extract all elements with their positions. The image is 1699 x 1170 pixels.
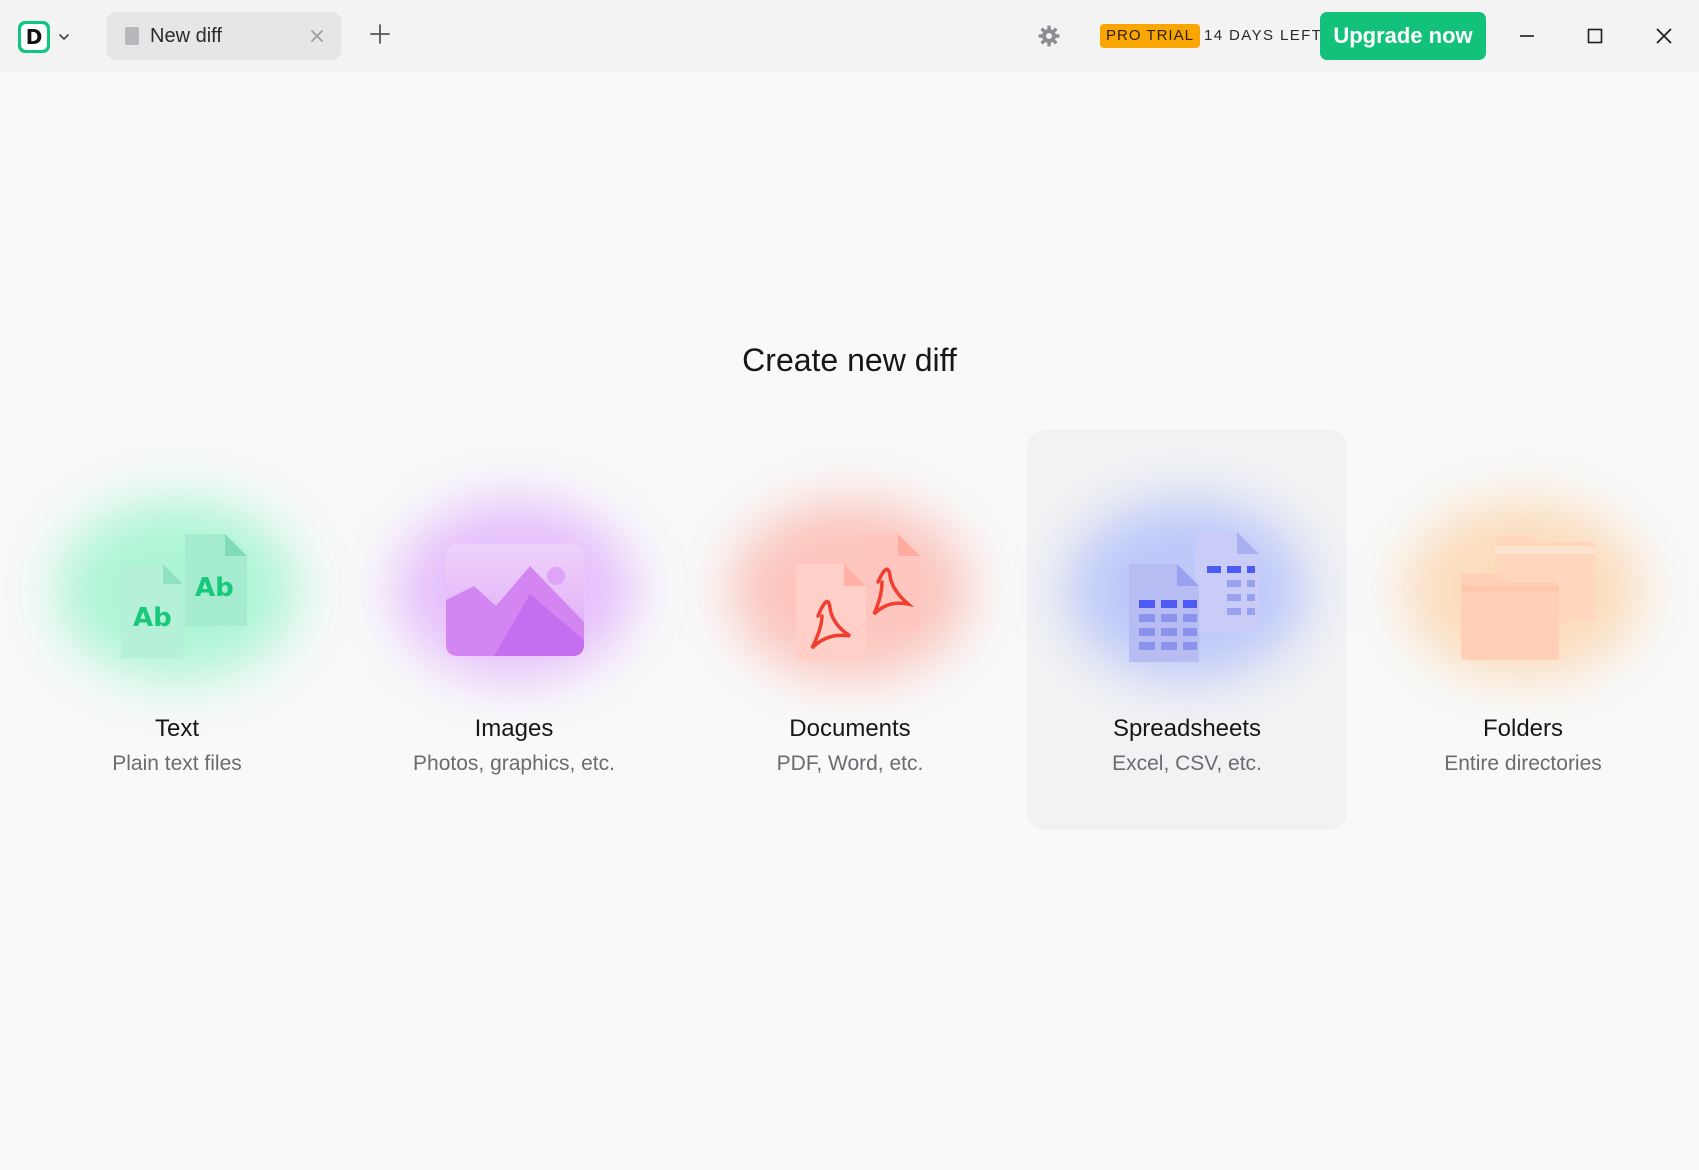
close-tab-icon[interactable] [307,26,327,46]
maximize-button[interactable] [1567,16,1623,56]
tab-new-diff[interactable]: New diff [107,12,341,60]
app-logo-letter: D [21,24,47,50]
card-subtitle: Entire directories [1444,752,1602,775]
svg-text:Ab: Ab [133,603,172,633]
card-title: Text [154,715,199,742]
card-subtitle: Photos, graphics, etc. [413,752,615,775]
minimize-button[interactable] [1499,16,1555,56]
spreadsheet-icon [1129,532,1259,662]
pro-trial-badge: PRO TRIAL [1100,24,1200,48]
minimize-icon [1520,35,1534,37]
card-title: Spreadsheets [1112,715,1262,742]
close-window-button[interactable] [1636,16,1692,56]
pdf-documents-icon [796,534,920,660]
days-left-label: 14 DAYS LEFT [1204,27,1323,44]
svg-text:Ab: Ab [195,573,234,603]
card-text[interactable]: Ab Ab Text Plain text files [17,430,337,830]
document-icon [125,27,139,45]
title-bar: D New diff PRO TRIAL 14 DAYS LEFT Upgrad… [0,0,1699,72]
gear-icon[interactable] [1037,24,1061,48]
card-images[interactable]: Images Photos, graphics, etc. [354,430,674,830]
maximize-icon [1587,28,1603,44]
close-icon [1656,28,1672,44]
page-title: Create new diff [742,342,957,378]
card-subtitle: Plain text files [112,752,242,775]
card-title: Images [474,715,554,742]
card-subtitle: PDF, Word, etc. [776,752,924,775]
card-documents[interactable]: Documents PDF, Word, etc. [690,430,1010,830]
text-files-icon: Ab Ab [121,534,247,658]
card-subtitle: Excel, CSV, etc. [1112,752,1262,775]
image-icon [446,544,584,656]
folder-icon [1461,536,1595,660]
chevron-down-icon [59,34,69,40]
card-title: Documents [789,715,911,742]
app-menu-button[interactable]: D [18,17,74,57]
new-tab-plus-icon[interactable] [368,22,392,46]
card-spreadsheets[interactable]: Spreadsheets Excel, CSV, etc. [1027,430,1347,830]
card-folders[interactable]: Folders Entire directories [1363,430,1683,830]
app-logo-icon: D [18,21,50,53]
diff-type-cards: Ab Ab Text Plain text files Images Photo… [0,430,1699,830]
card-title: Folders [1482,715,1564,742]
tab-label: New diff [150,24,222,47]
upgrade-now-button[interactable]: Upgrade now [1320,12,1486,60]
